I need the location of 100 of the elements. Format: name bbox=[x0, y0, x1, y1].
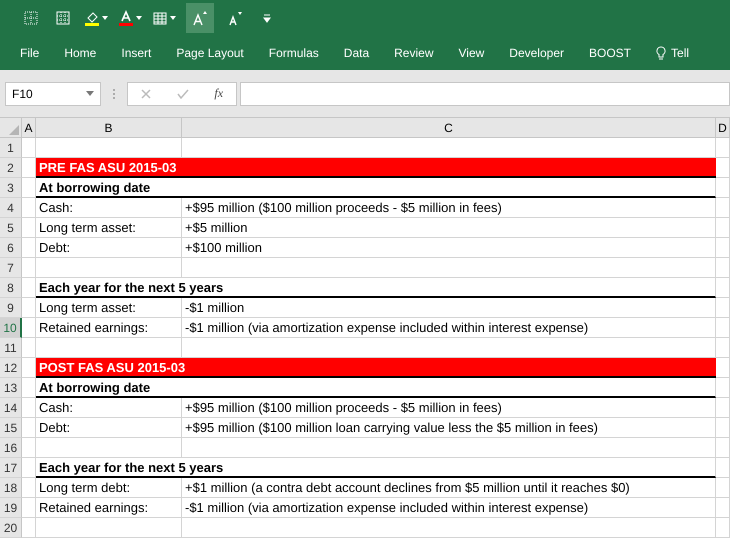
table-icon[interactable] bbox=[152, 10, 168, 26]
table-cell: +$1 million (a contra debt account declines from $5 million until it reaches $0) bbox=[182, 478, 716, 498]
row-header[interactable]: 9 bbox=[0, 298, 22, 318]
row-header[interactable]: 14 bbox=[0, 398, 22, 418]
caret-icon[interactable] bbox=[102, 16, 108, 20]
cell bbox=[716, 318, 730, 338]
row-header[interactable]: 16 bbox=[0, 438, 22, 458]
row-header[interactable]: 8 bbox=[0, 278, 22, 298]
cell bbox=[716, 478, 730, 498]
borders-icon[interactable] bbox=[23, 10, 39, 26]
cell bbox=[22, 298, 36, 318]
table-cell: Retained earnings: bbox=[36, 498, 182, 518]
caret-icon[interactable] bbox=[170, 16, 176, 20]
table-cell: -$1 million bbox=[182, 298, 716, 318]
ribbon-tab[interactable]: Review bbox=[394, 46, 434, 60]
table-cell: -$1 million (via amortization expense included within interest expense) bbox=[182, 498, 716, 518]
table-cell: Long term asset: bbox=[36, 218, 182, 238]
row-header[interactable]: 3 bbox=[0, 178, 22, 198]
row-header[interactable]: 11 bbox=[0, 338, 22, 358]
cell bbox=[716, 398, 730, 418]
row-header[interactable]: 19 bbox=[0, 498, 22, 518]
row-header[interactable]: 12 bbox=[0, 358, 22, 378]
table-cell: Each year for the next 5 years bbox=[36, 278, 716, 298]
table-cell: Long term debt: bbox=[36, 478, 182, 498]
cell bbox=[22, 418, 36, 438]
ribbon-tab[interactable]: View bbox=[458, 46, 484, 60]
section-title: PRE FAS ASU 2015-03 bbox=[36, 158, 716, 178]
checkmark-icon[interactable] bbox=[176, 88, 189, 98]
ribbon-tab[interactable]: Data bbox=[344, 46, 370, 60]
insert-function-button[interactable]: fx bbox=[214, 86, 224, 101]
column-header[interactable]: B bbox=[36, 118, 182, 138]
table-cell: Debt: bbox=[36, 418, 182, 438]
cell bbox=[716, 378, 730, 398]
ribbon-tab[interactable]: Page Layout bbox=[176, 46, 244, 60]
column-header[interactable]: A bbox=[22, 118, 36, 138]
cell bbox=[22, 378, 36, 398]
table-cell: +$95 million ($100 million proceeds - $5 million in fees) bbox=[182, 198, 716, 218]
table-cell: Cash: bbox=[36, 398, 182, 418]
cell bbox=[22, 478, 36, 498]
cell bbox=[716, 238, 730, 258]
row-header[interactable]: 10 bbox=[0, 318, 22, 338]
row-header[interactable]: 6 bbox=[0, 238, 22, 258]
cell bbox=[716, 138, 730, 158]
cell bbox=[22, 218, 36, 238]
row-header[interactable]: 15 bbox=[0, 418, 22, 438]
cell bbox=[716, 438, 730, 458]
lightbulb-icon bbox=[656, 46, 666, 60]
cell bbox=[716, 518, 730, 538]
decrease-font-icon[interactable] bbox=[227, 10, 243, 26]
cell bbox=[22, 518, 36, 538]
column-header[interactable]: C bbox=[182, 118, 716, 138]
table-cell: -$1 million (via amortization expense included within interest expense) bbox=[182, 318, 716, 338]
section-title: POST FAS ASU 2015-03 bbox=[36, 358, 716, 378]
cell bbox=[22, 138, 36, 158]
cell bbox=[22, 178, 36, 198]
row-header[interactable]: 5 bbox=[0, 218, 22, 238]
caret-icon[interactable] bbox=[136, 16, 142, 20]
font-color-icon[interactable] bbox=[118, 10, 134, 26]
table-cell: Long term asset: bbox=[36, 298, 182, 318]
increase-font-icon[interactable] bbox=[192, 10, 208, 26]
row-header[interactable]: 13 bbox=[0, 378, 22, 398]
formula-input[interactable] bbox=[240, 82, 730, 106]
row-header[interactable]: 18 bbox=[0, 478, 22, 498]
cell bbox=[716, 458, 730, 478]
cell bbox=[716, 258, 730, 278]
ribbon-tab[interactable]: Formulas bbox=[268, 46, 319, 60]
ribbon-tab[interactable]: Home bbox=[64, 46, 96, 60]
table-cell: +$100 million bbox=[182, 238, 716, 258]
tell-me-search[interactable]: Tell bbox=[656, 46, 690, 60]
cell bbox=[22, 498, 36, 518]
row-header[interactable]: 17 bbox=[0, 458, 22, 478]
table-cell: Cash: bbox=[36, 198, 182, 218]
row-header[interactable]: 7 bbox=[0, 258, 22, 278]
ribbon-tab[interactable]: Insert bbox=[121, 46, 152, 60]
ribbon-tab[interactable]: File bbox=[20, 46, 40, 60]
row-header[interactable]: 20 bbox=[0, 518, 22, 538]
column-header[interactable]: D bbox=[716, 118, 730, 138]
row-header[interactable]: 2 bbox=[0, 158, 22, 178]
cell bbox=[716, 338, 730, 358]
table-cell: +$5 million bbox=[182, 218, 716, 238]
row-header[interactable]: 1 bbox=[0, 138, 22, 158]
cell bbox=[716, 418, 730, 438]
ribbon-tab[interactable]: BOOST bbox=[589, 46, 632, 60]
row-header[interactable]: 4 bbox=[0, 198, 22, 218]
cell bbox=[22, 318, 36, 338]
gridlines-icon[interactable] bbox=[55, 10, 71, 26]
cell bbox=[716, 178, 730, 198]
cell bbox=[22, 338, 36, 358]
table-cell: Debt: bbox=[36, 238, 182, 258]
cell bbox=[716, 498, 730, 518]
fill-color-icon[interactable] bbox=[84, 10, 100, 26]
name-box[interactable]: F10 bbox=[5, 82, 101, 106]
ribbon-tab[interactable]: Developer bbox=[509, 46, 564, 60]
cell bbox=[716, 278, 730, 298]
cell bbox=[22, 278, 36, 298]
cell bbox=[22, 258, 36, 278]
cell bbox=[22, 198, 36, 218]
dropdown-icon[interactable] bbox=[86, 91, 94, 96]
cell bbox=[22, 458, 36, 478]
table-cell: +$95 million ($100 million loan carrying value less the $5 million in fees) bbox=[182, 418, 716, 438]
